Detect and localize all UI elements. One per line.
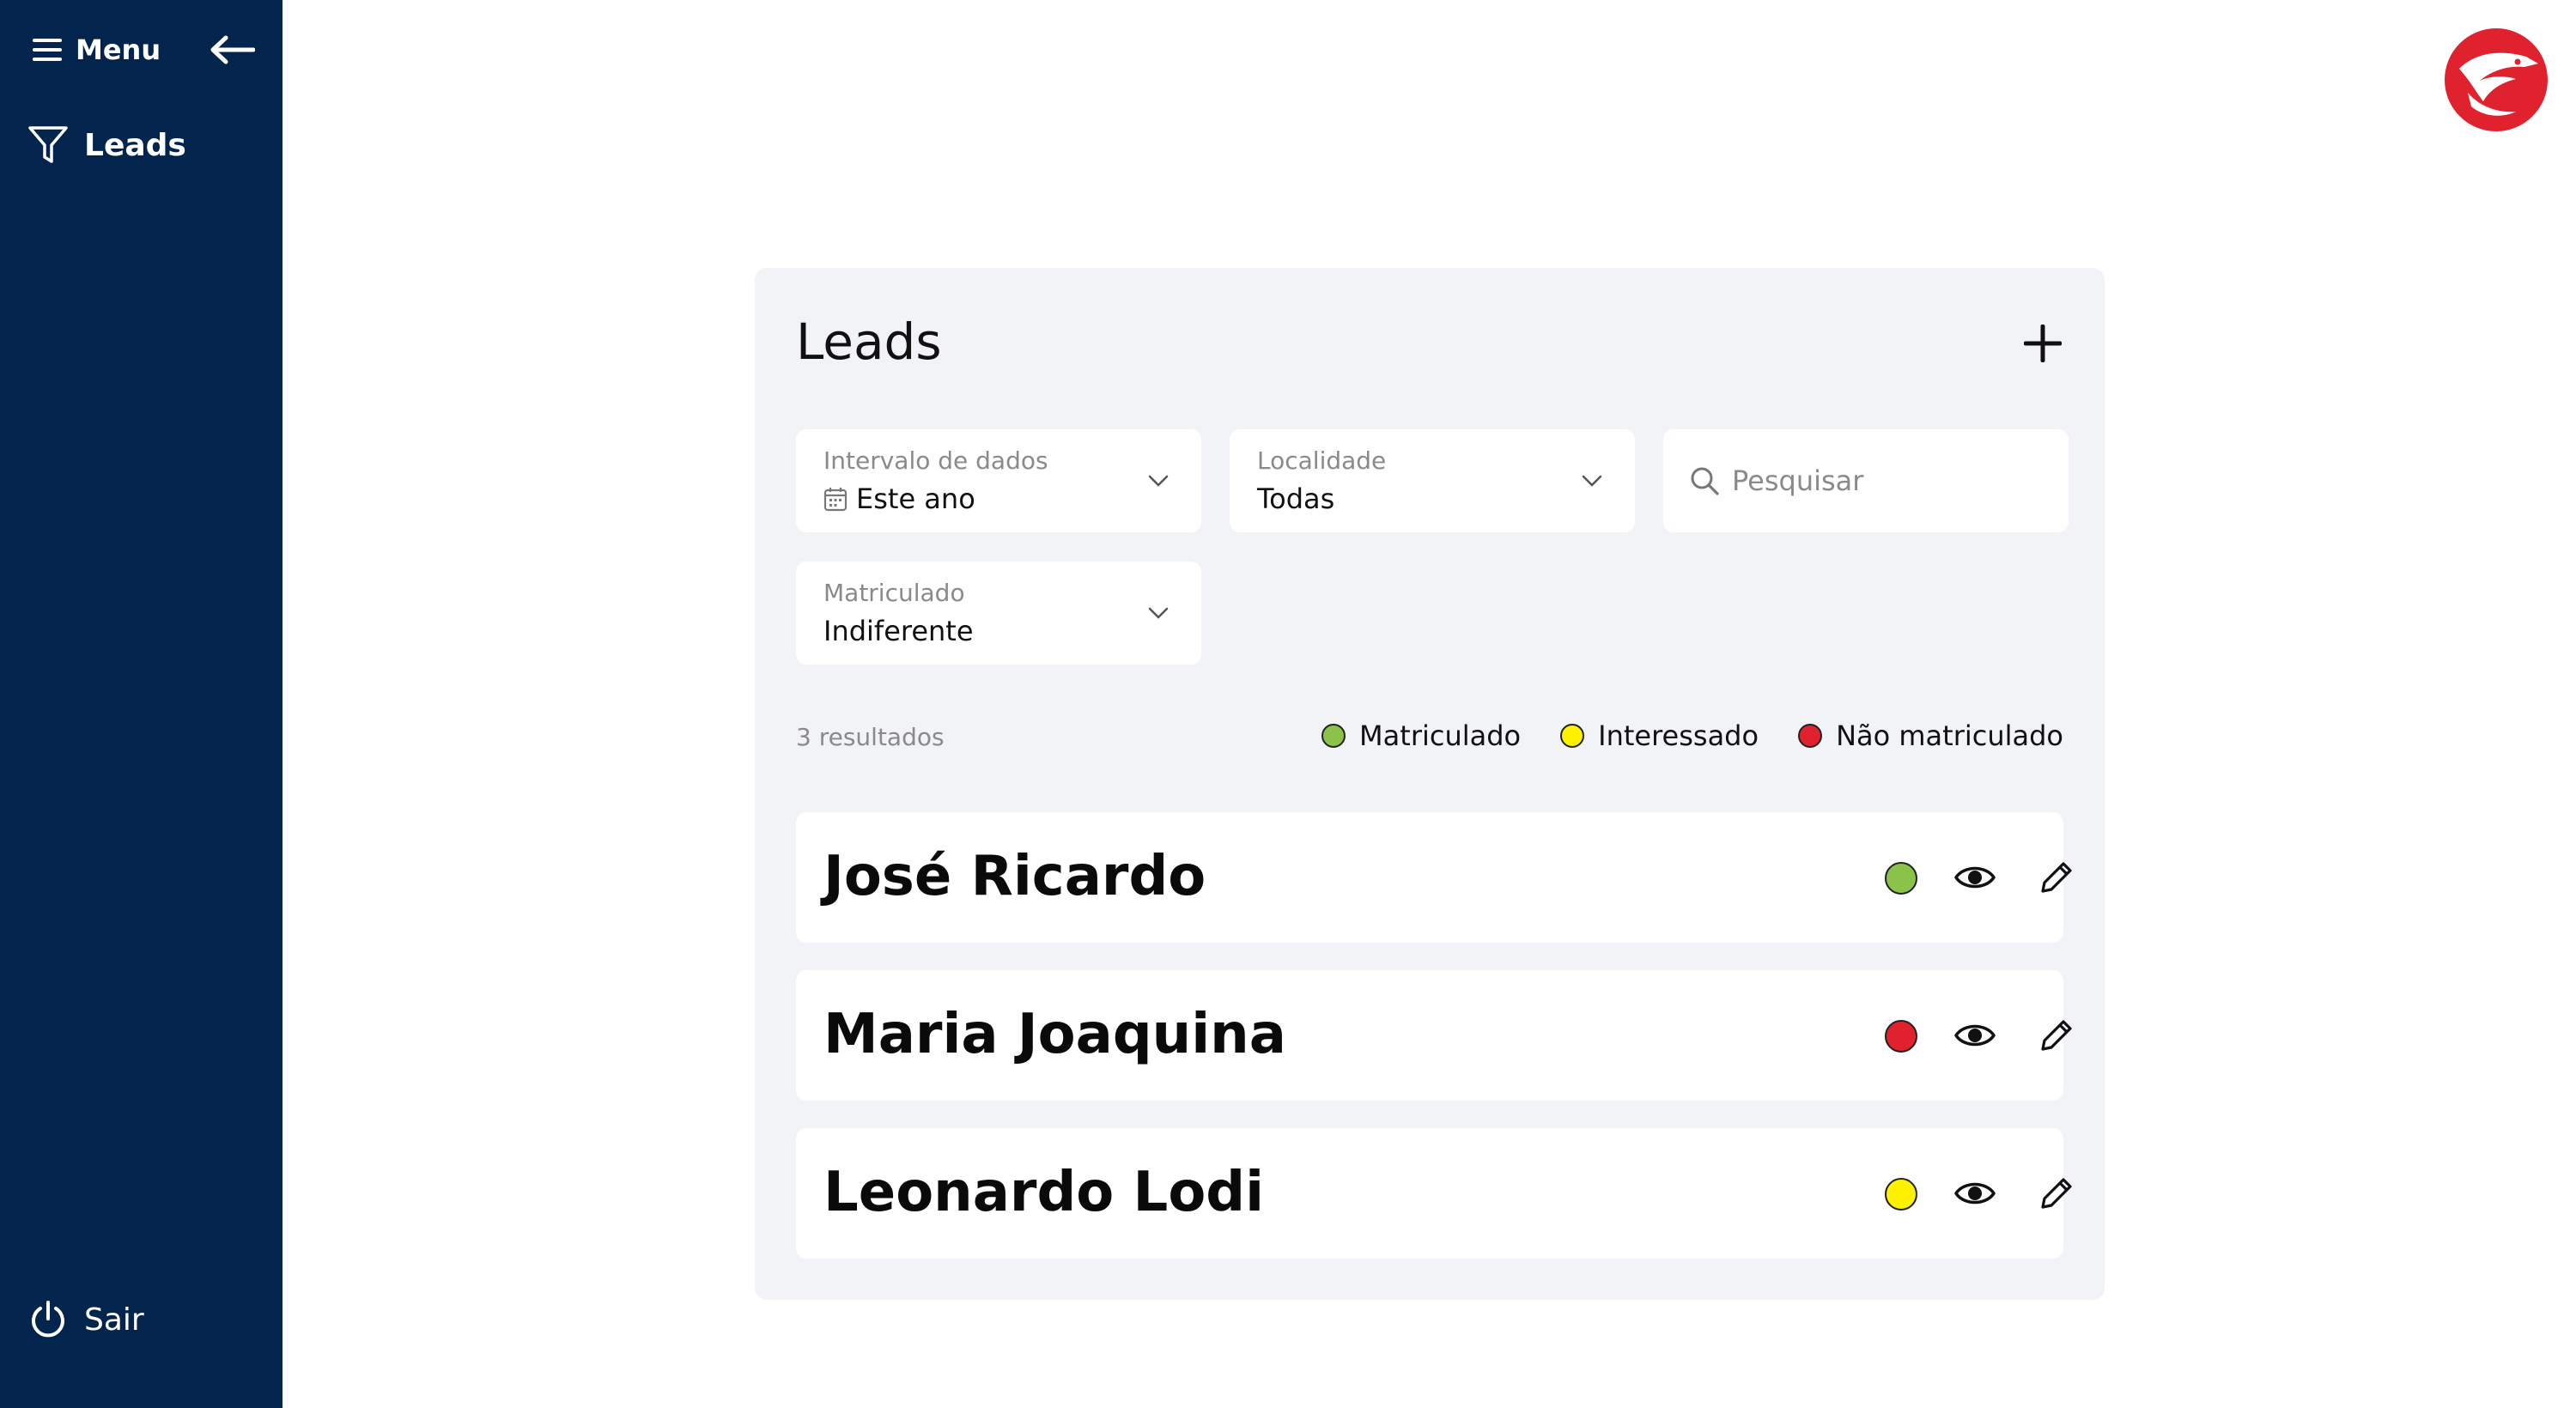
lead-row[interactable]: Maria Joaquina — [796, 970, 2072, 1101]
sidebar-item-label: Leads — [84, 127, 186, 163]
date-range-select[interactable]: Intervalo de dados Este ano — [796, 429, 1201, 532]
chevron-down-icon — [1582, 475, 1602, 487]
legend-dot-interessado — [1560, 724, 1585, 748]
search-box — [1663, 429, 2069, 532]
legend-item: Interessado — [1560, 719, 1759, 752]
status-indicator — [1885, 1178, 1917, 1211]
arrow-left-icon — [210, 35, 255, 64]
chevron-down-icon — [1148, 475, 1169, 487]
search-icon — [1691, 467, 1719, 495]
eagle-logo-icon — [2445, 28, 2548, 131]
eye-icon[interactable] — [1953, 1176, 1996, 1211]
logout-label: Sair — [84, 1302, 144, 1338]
sidebar-item-leads[interactable]: Leads — [27, 125, 186, 165]
lead-name: José Ricardo — [823, 845, 1206, 908]
eye-icon[interactable] — [1953, 1018, 1996, 1053]
pencil-icon[interactable] — [2036, 1015, 2077, 1056]
enrolled-select[interactable]: Matriculado Indiferente — [796, 561, 1201, 665]
collapse-sidebar-button[interactable] — [208, 33, 256, 67]
sidebar: Menu Leads Sair — [0, 0, 283, 1408]
lead-row[interactable]: Leonardo Lodi — [796, 1128, 2072, 1259]
add-lead-button[interactable] — [2015, 316, 2070, 371]
lead-name: Maria Joaquina — [823, 1003, 1286, 1066]
power-icon — [32, 1301, 64, 1338]
legend-label: Matriculado — [1359, 719, 1522, 752]
enrolled-value: Indiferente — [823, 615, 974, 647]
lead-name: Leonardo Lodi — [823, 1161, 1265, 1224]
calendar-icon — [823, 488, 848, 512]
eye-icon[interactable] — [1953, 860, 1996, 895]
legend-label: Interessado — [1598, 719, 1759, 752]
lead-row[interactable]: José Ricardo — [796, 812, 2072, 943]
filter-icon — [28, 126, 68, 163]
location-select[interactable]: Localidade Todas — [1230, 429, 1635, 532]
hamburger-icon — [33, 39, 62, 61]
logout-button[interactable]: Sair — [29, 1300, 144, 1339]
menu-label: Menu — [76, 33, 161, 66]
results-count: 3 resultados — [796, 723, 945, 751]
legend-label: Não matriculado — [1836, 719, 2063, 752]
pencil-icon[interactable] — [2036, 1173, 2077, 1214]
legend-item: Não matriculado — [1798, 719, 2063, 752]
chevron-down-icon — [1148, 607, 1169, 619]
leads-panel: Leads Intervalo de dados Este ano Locali… — [755, 268, 2105, 1300]
status-indicator — [1885, 862, 1917, 895]
search-input[interactable] — [1730, 455, 2039, 507]
date-range-value: Este ano — [856, 482, 975, 515]
page-title: Leads — [796, 313, 942, 371]
legend-dot-nao-matriculado — [1798, 724, 1823, 748]
plus-icon — [2024, 325, 2062, 362]
date-range-label: Intervalo de dados — [823, 446, 1048, 475]
location-value: Todas — [1257, 482, 1335, 515]
legend-dot-matriculado — [1321, 724, 1346, 748]
status-legend: Matriculado Interessado Não matriculado — [1282, 719, 2063, 752]
status-indicator — [1885, 1020, 1917, 1053]
enrolled-label: Matriculado — [823, 579, 965, 607]
location-label: Localidade — [1257, 446, 1387, 475]
legend-item: Matriculado — [1321, 719, 1521, 752]
pencil-icon[interactable] — [2036, 857, 2077, 898]
